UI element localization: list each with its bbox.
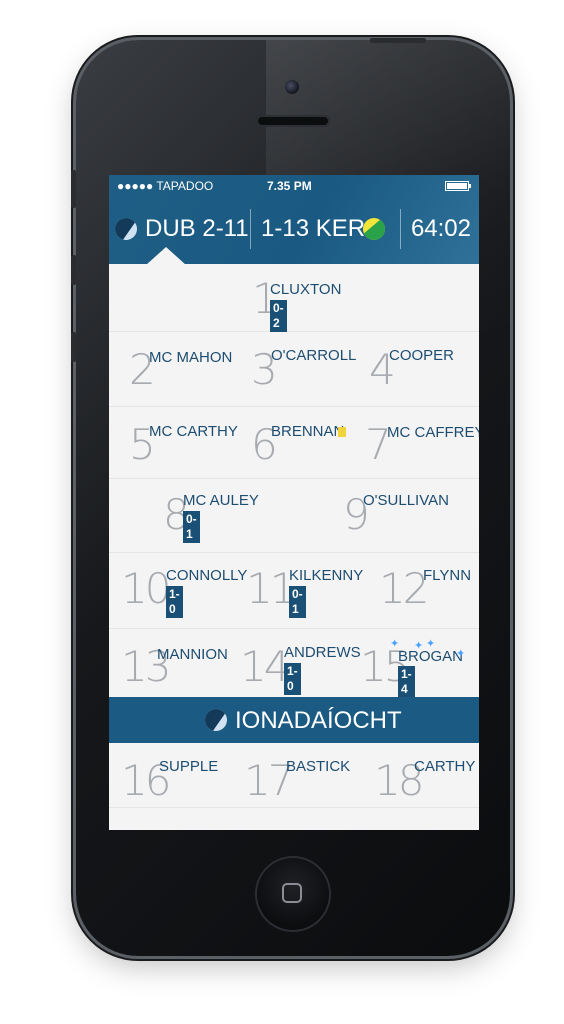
player-name: BRENNAN [271, 423, 345, 440]
jersey-number: 11 [246, 564, 296, 613]
scoreboard: DUB 2-11 1-13 KER 64:02 [109, 205, 479, 251]
away-team-score[interactable]: 1-13 KER [261, 215, 365, 243]
score-badge: 1-0 [284, 663, 301, 695]
jersey-number: 14 [240, 642, 290, 691]
score-badge: 0-1 [183, 511, 200, 543]
player-name: BROGAN [398, 648, 464, 665]
battery-icon [445, 181, 471, 191]
kerry-crest-icon[interactable] [363, 218, 385, 240]
volume-down-button[interactable] [71, 332, 76, 362]
player-name: CLUXTON [270, 281, 342, 298]
score-badge: 0-1 [289, 586, 306, 618]
star-sparkle-icon: ✦ [426, 638, 436, 650]
score-badge: 1-4 [398, 666, 415, 698]
player-name: CONNOLLY [166, 567, 248, 584]
player-name: FLYNN [423, 567, 472, 584]
star-sparkle-icon: ✦ [456, 648, 466, 660]
lineup-row: 5 MC CARTHY 6 BRENNAN 7 MC CAFFREY [109, 407, 479, 479]
player-name: KILKENNY [289, 567, 364, 584]
score-divider [250, 209, 251, 249]
player-name: COOPER [389, 347, 455, 364]
dublin-crest-icon [205, 709, 227, 731]
dublin-crest-icon[interactable] [115, 218, 137, 240]
star-sparkle-icon: ✦ [414, 640, 424, 652]
player-name: SUPPLE [159, 758, 219, 775]
lineup-row: 1 CLUXTON 0-2 [109, 264, 479, 332]
volume-up-button[interactable] [71, 255, 76, 285]
player-name: MC CAFFREY [387, 424, 479, 441]
status-bar: ●●●●● TAPADOO 7.35 PM [109, 175, 479, 197]
player-name: CARTHY [414, 758, 476, 775]
selected-team-pointer [146, 247, 186, 265]
star-sparkle-icon: ✦ [390, 638, 400, 650]
subs-row: 16 SUPPLE 17 BASTICK 18 CARTHY [109, 743, 479, 808]
player-name: BASTICK [286, 758, 351, 775]
score-header: ●●●●● TAPADOO 7.35 PM DUB 2-11 1-13 KER … [109, 175, 479, 265]
clock-divider [400, 209, 401, 249]
player-name: MC AULEY [183, 492, 259, 509]
score-badge: 1-0 [166, 586, 183, 618]
jersey-number: 17 [244, 756, 294, 805]
player-name: O'SULLIVAN [363, 492, 449, 509]
player-name: MC CARTHY [149, 423, 238, 440]
match-clock: 64:02 [410, 215, 471, 242]
lineup-row: 10 CONNOLLY 1-0 11 KILKENNY 0-1 12 FLYNN [109, 553, 479, 629]
jersey-number: 12 [379, 564, 429, 613]
lineup-row: 2 MC MAHON 3 O'CARROLL 4 COOPER [109, 332, 479, 407]
jersey-number: 7 [365, 420, 392, 469]
earpiece-speaker [256, 115, 330, 127]
carrier-label: ●●●●● TAPADOO [117, 179, 214, 193]
player-name: MC MAHON [149, 349, 233, 366]
front-camera [285, 80, 299, 94]
score-badge: 0-2 [270, 300, 287, 332]
jersey-number: 10 [121, 564, 171, 613]
player-name: MANNION [157, 646, 228, 663]
status-time: 7.35 PM [267, 179, 312, 193]
lineup-row: 13 MANNION 14 ANDREWS 1-0 15 BROGAN 1-4 … [109, 629, 479, 698]
app-screen: ●●●●● TAPADOO 7.35 PM DUB 2-11 1-13 KER … [109, 175, 479, 830]
mute-switch[interactable] [71, 170, 76, 208]
substitutes-label: IONADAÍOCHT [235, 707, 402, 734]
player-name: ANDREWS [284, 644, 361, 661]
power-button[interactable] [370, 38, 426, 43]
player-name: O'CARROLL [271, 347, 357, 364]
home-team-score[interactable]: DUB 2-11 [145, 215, 249, 243]
home-square-icon [282, 883, 302, 903]
substitutes-header[interactable]: IONADAÍOCHT [109, 697, 479, 743]
lineup-row: 8 MC AULEY 0-1 9 O'SULLIVAN [109, 479, 479, 553]
home-button[interactable] [257, 858, 329, 930]
yellow-card-icon [338, 427, 346, 437]
